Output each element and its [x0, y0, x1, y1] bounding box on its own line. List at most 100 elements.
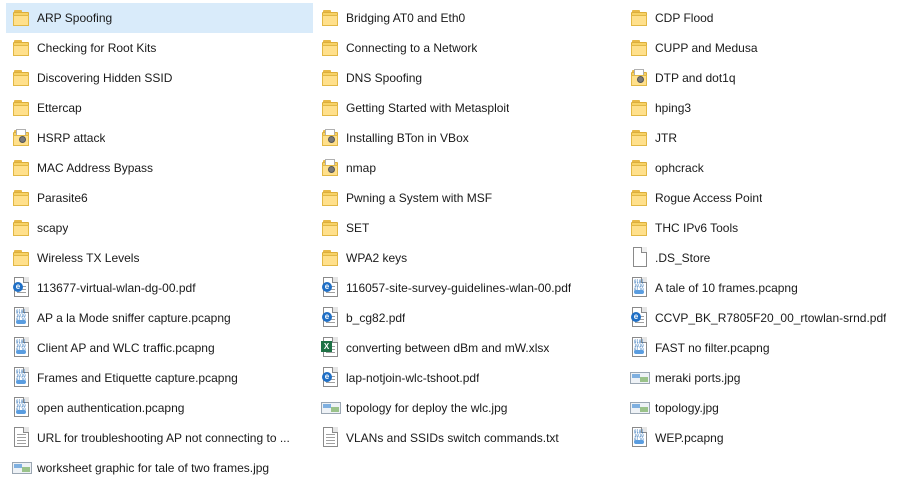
pcapng-icon: 010110100110	[630, 336, 650, 360]
file-name: THC IPv6 Tools	[655, 221, 739, 235]
folder-icon	[321, 36, 341, 60]
file-item-dns-spoofing[interactable]: DNS Spoofing	[315, 63, 622, 93]
file-item-scapy[interactable]: scapy	[6, 213, 313, 243]
file-name: SET	[346, 221, 370, 235]
pcapng-icon: 010110100110	[12, 366, 32, 390]
file-item-wep-pcapng[interactable]: 010110100110 WEP.pcapng	[624, 423, 901, 453]
folder-icon	[12, 96, 32, 120]
file-name: CDP Flood	[655, 11, 714, 25]
file-item-wireless-tx-levels[interactable]: Wireless TX Levels	[6, 243, 313, 273]
file-item-116057-site-survey-guidelines-wlan-00-pd[interactable]: e 116057-site-survey-guidelines-wlan-00.p…	[315, 273, 622, 303]
text-file-icon	[321, 426, 341, 450]
excel-icon: X	[321, 336, 341, 360]
file-item-set[interactable]: SET	[315, 213, 622, 243]
file-name: lap-notjoin-wlc-tshoot.pdf	[346, 371, 480, 385]
file-name: Client AP and WLC traffic.pcapng	[37, 341, 215, 355]
file-item-frames-and-etiquette-capture-pcapng[interactable]: 010110100110 Frames and Etiquette capture…	[6, 363, 313, 393]
pcapng-icon: 010110100110	[12, 336, 32, 360]
pdf-icon: e	[12, 276, 32, 300]
image-icon	[321, 396, 341, 420]
file-item-b-cg82-pdf[interactable]: e b_cg82.pdf	[315, 303, 622, 333]
file-item-pwning-a-system-with-msf[interactable]: Pwning a System with MSF	[315, 183, 622, 213]
file-item-getting-started-with-metasploit[interactable]: Getting Started with Metasploit	[315, 93, 622, 123]
file-item-client-ap-and-wlc-traffic-pcapng[interactable]: 010110100110 Client AP and WLC traffic.pc…	[6, 333, 313, 363]
folder-icon	[321, 186, 341, 210]
file-item-checking-for-root-kits[interactable]: Checking for Root Kits	[6, 33, 313, 63]
file-name: A tale of 10 frames.pcapng	[655, 281, 798, 295]
file-name: topology for deploy the wlc.jpg	[346, 401, 508, 415]
file-item-ap-a-la-mode-sniffer-capture-pcapng[interactable]: 010110100110 AP a la Mode sniffer capture…	[6, 303, 313, 333]
folder-icon	[321, 66, 341, 90]
file-name: WEP.pcapng	[655, 431, 724, 445]
file-item-113677-virtual-wlan-dg-00-pdf[interactable]: e 113677-virtual-wlan-dg-00.pdf	[6, 273, 313, 303]
folder-icon	[321, 96, 341, 120]
file-item-lap-notjoin-wlc-tshoot-pdf[interactable]: e lap-notjoin-wlc-tshoot.pdf	[315, 363, 622, 393]
pcapng-icon: 010110100110	[630, 276, 650, 300]
file-item-discovering-hidden-ssid[interactable]: Discovering Hidden SSID	[6, 63, 313, 93]
file-name: HSRP attack	[37, 131, 106, 145]
folder-icon	[12, 66, 32, 90]
file-item-dtp-and-dot1q[interactable]: DTP and dot1q	[624, 63, 901, 93]
file-name: Getting Started with Metasploit	[346, 101, 510, 115]
file-item-installing-bton-in-vbox[interactable]: Installing BTon in VBox	[315, 123, 622, 153]
file-item-nmap[interactable]: nmap	[315, 153, 622, 183]
file-item-rogue-access-point[interactable]: Rogue Access Point	[624, 183, 901, 213]
folder-icon	[630, 6, 650, 30]
file-item-cupp-and-medusa[interactable]: CUPP and Medusa	[624, 33, 901, 63]
file-name: Ettercap	[37, 101, 82, 115]
folder-icon	[12, 246, 32, 270]
folder-icon	[12, 36, 32, 60]
file-item-cdp-flood[interactable]: CDP Flood	[624, 3, 901, 33]
file-item-wpa2-keys[interactable]: WPA2 keys	[315, 243, 622, 273]
file-name: topology.jpg	[655, 401, 719, 415]
text-file-icon	[12, 426, 32, 450]
folder-icon	[630, 186, 650, 210]
file-item-a-tale-of-10-frames-pcapng[interactable]: 010110100110 A tale of 10 frames.pcapng	[624, 273, 901, 303]
file-item-vlans-and-ssids-switch-commands-txt[interactable]: VLANs and SSIDs switch commands.txt	[315, 423, 622, 453]
pcapng-icon: 010110100110	[12, 396, 32, 420]
file-item-converting-between-dbm-and-mw-xlsx[interactable]: Xconverting between dBm and mW.xlsx	[315, 333, 622, 363]
file-item-bridging-at0-and-eth0[interactable]: Bridging AT0 and Eth0	[315, 3, 622, 33]
folder-icon	[630, 126, 650, 150]
file-item-topology-for-deploy-the-wlc-jpg[interactable]: topology for deploy the wlc.jpg	[315, 393, 622, 423]
file-item-worksheet-graphic-for-tale-of-two-frames[interactable]: worksheet graphic for tale of two frames…	[6, 453, 313, 483]
file-name: Discovering Hidden SSID	[37, 71, 173, 85]
file-name: Frames and Etiquette capture.pcapng	[37, 371, 238, 385]
folder-icon	[12, 126, 32, 150]
file-item-ettercap[interactable]: Ettercap	[6, 93, 313, 123]
file-item-topology-jpg[interactable]: topology.jpg	[624, 393, 901, 423]
folder-icon	[321, 246, 341, 270]
file-item-ccvp-bk-r7805f20-00-rtowlan-srnd-pdf[interactable]: e CCVP_BK_R7805F20_00_rtowlan-srnd.pdf	[624, 303, 901, 333]
file-item-hsrp-attack[interactable]: HSRP attack	[6, 123, 313, 153]
file-item-open-authentication-pcapng[interactable]: 010110100110 open authentication.pcapng	[6, 393, 313, 423]
folder-icon	[12, 156, 32, 180]
file-item-mac-address-bypass[interactable]: MAC Address Bypass	[6, 153, 313, 183]
folder-icon	[630, 216, 650, 240]
file-name: meraki ports.jpg	[655, 371, 741, 385]
file-name: WPA2 keys	[346, 251, 408, 265]
file-item-ophcrack[interactable]: ophcrack	[624, 153, 901, 183]
file-name: .DS_Store	[655, 251, 711, 265]
file-name: ophcrack	[655, 161, 704, 175]
file-item-arp-spoofing[interactable]: ARP Spoofing	[6, 3, 313, 33]
file-name: hping3	[655, 101, 692, 115]
file-item-parasite6[interactable]: Parasite6	[6, 183, 313, 213]
file-item-connecting-to-a-network[interactable]: Connecting to a Network	[315, 33, 622, 63]
folder-icon	[630, 66, 650, 90]
file-icon	[630, 246, 650, 270]
file-name: CCVP_BK_R7805F20_00_rtowlan-srnd.pdf	[655, 311, 887, 325]
file-item-meraki-ports-jpg[interactable]: meraki ports.jpg	[624, 363, 901, 393]
file-item-fast-no-filter-pcapng[interactable]: 010110100110 FAST no filter.pcapng	[624, 333, 901, 363]
folder-icon	[12, 6, 32, 30]
file-name: worksheet graphic for tale of two frames…	[37, 461, 270, 475]
pdf-icon: e	[321, 366, 341, 390]
file-item-jtr[interactable]: JTR	[624, 123, 901, 153]
file-item-url-for-troubleshooting-ap-not-connectin[interactable]: URL for troubleshooting AP not connectin…	[6, 423, 313, 453]
folder-icon	[630, 96, 650, 120]
file-name: scapy	[37, 221, 69, 235]
pcapng-icon: 010110100110	[12, 306, 32, 330]
file-item-ds-store[interactable]: .DS_Store	[624, 243, 901, 273]
file-item-thc-ipv6-tools[interactable]: THC IPv6 Tools	[624, 213, 901, 243]
file-name: 113677-virtual-wlan-dg-00.pdf	[37, 281, 196, 295]
file-item-hping3[interactable]: hping3	[624, 93, 901, 123]
